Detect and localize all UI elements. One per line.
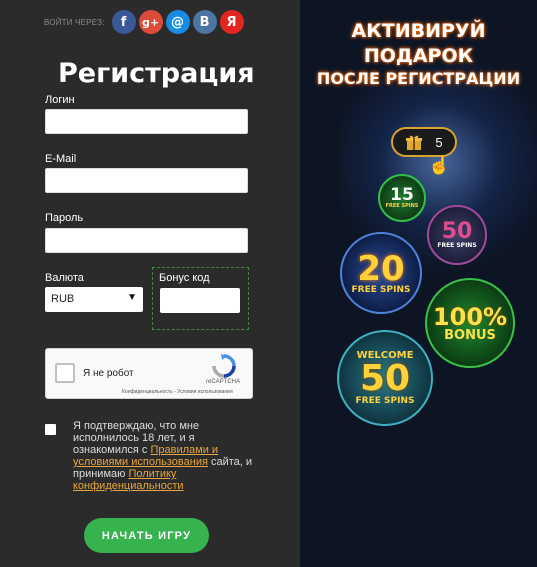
currency-value: RUB [51,293,75,305]
gift-icon [406,135,423,150]
coin-welcome-50-free-spins: WELCOME 50 FREE SPINS [337,330,433,426]
password-input[interactable] [45,228,248,253]
captcha-label: Я не робот [83,368,134,379]
coin-5-big: 50 [359,357,411,399]
start-game-button[interactable]: НАЧАТЬ ИГРУ [84,518,209,553]
coin-3-big: 20 [357,248,405,289]
coin-1-big: 15 [390,185,414,205]
registration-panel: ВОЙТИ ЧЕРЕЗ: f g+ @ B Я Регистрация Логи… [0,0,300,567]
google-plus-icon[interactable]: g+ [138,10,163,34]
chevron-down-icon: ▼ [127,292,137,303]
bonus-code-label: Бонус код [159,272,210,284]
coin-20-free-spins: 20 FREE SPINS [340,232,422,314]
hand-cursor-icon: ☝ [428,155,451,175]
vkontakte-icon[interactable]: B [192,10,217,34]
promo-banner: АКТИВИРУЙ ПОДАРОК ПОСЛЕ РЕГИСТРАЦИИ 5 ☝ … [300,0,537,567]
social-login-bar: ВОЙТИ ЧЕРЕЗ: f g+ @ B Я [44,10,244,34]
coin-50-free-spins: 50 FREE SPINS [427,205,487,265]
facebook-icon[interactable]: f [111,10,136,34]
login-input[interactable] [45,109,248,134]
gift-count: 5 [435,134,443,150]
coin-4-small: BONUS [444,327,496,343]
recaptcha-widget: Я не робот reCAPTCHA Конфиденциальность … [45,348,253,399]
email-label: E-Mail [45,153,77,165]
coin-1-small: FREE SPINS [385,203,419,209]
coin-4-big: 100% [432,302,508,331]
email-input[interactable] [45,168,248,193]
login-label: Логин [45,94,75,106]
promo-line-1: АКТИВИРУЙ [351,20,486,42]
gift-counter[interactable]: 5 [391,127,457,157]
coin-2-big: 50 [441,219,473,244]
social-login-label: ВОЙТИ ЧЕРЕЗ: [44,17,105,27]
mail-ru-icon[interactable]: @ [165,10,190,34]
bonus-code-box: Бонус код [152,267,249,330]
agree-checkbox[interactable] [45,424,56,435]
currency-label: Валюта [45,272,84,284]
recaptcha-links[interactable]: Конфиденциальность - Условия использован… [122,389,233,395]
coin-100-bonus: 100% BONUS [425,278,515,368]
coin-3-small: FREE SPINS [351,284,411,295]
coin-2-small: FREE SPINS [437,242,477,249]
agree-text: Я подтверждаю, что мне исполнилось 18 ле… [73,420,253,492]
recaptcha-brand: reCAPTCHA [206,379,241,385]
currency-select[interactable]: RUB ▼ [45,287,143,312]
bonus-code-input[interactable] [160,288,240,313]
promo-line-2: ПОДАРОК [363,45,474,67]
captcha-checkbox[interactable] [55,363,75,383]
recaptcha-logo-icon [212,354,236,378]
page-title: Регистрация [58,58,255,89]
coin-5-small: FREE SPINS [355,395,415,406]
coin-15-free-spins: 15 FREE SPINS [378,174,426,222]
yandex-icon[interactable]: Я [219,10,244,34]
password-label: Пароль [45,212,84,224]
promo-line-3: ПОСЛЕ РЕГИСТРАЦИИ [316,69,521,88]
